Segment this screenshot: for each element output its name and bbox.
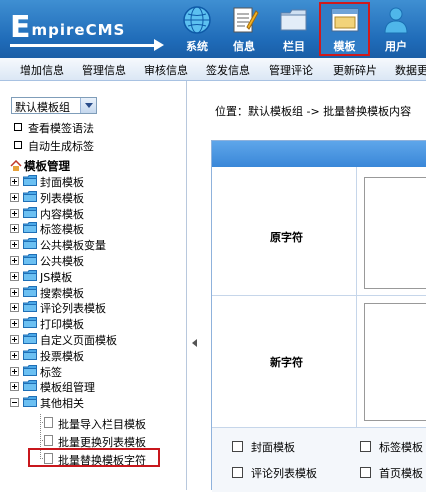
folder-icon	[23, 349, 37, 360]
column-divider	[356, 167, 357, 427]
folder-icon	[23, 396, 37, 407]
folder-icon	[23, 238, 37, 249]
folder-icon	[23, 175, 37, 186]
panel-splitter[interactable]	[186, 81, 205, 490]
document-icon	[233, 7, 259, 33]
nav-column-button[interactable]: 栏目	[272, 2, 316, 56]
breadcrumb: 位置：默认模板组 -> 批量替换模板内容	[215, 105, 412, 118]
submenu-bar: 增加信息 管理信息 审核信息 签发信息 管理评论 更新碎片 数据更	[0, 58, 426, 81]
expand-icon[interactable]	[10, 303, 19, 312]
template-type-options: 封面模板 标签模板 评论列表模板 首页模板	[212, 427, 426, 492]
checkbox-tag-template[interactable]: 标签模板	[360, 439, 423, 455]
square-bullet-icon	[14, 141, 22, 149]
template-manage-root[interactable]: 模板管理	[10, 158, 70, 174]
folder-icon	[23, 301, 37, 312]
user-icon	[384, 7, 408, 34]
submenu-update-fragment[interactable]: 更新碎片	[333, 62, 377, 78]
document-icon	[44, 417, 53, 428]
expand-icon[interactable]	[10, 209, 19, 218]
chevron-down-icon[interactable]	[80, 98, 96, 113]
square-bullet-icon	[14, 123, 22, 131]
submenu-add-info[interactable]: 增加信息	[20, 62, 64, 78]
checkbox-icon[interactable]	[360, 441, 371, 452]
expand-icon[interactable]	[10, 240, 19, 249]
expand-icon[interactable]	[10, 272, 19, 281]
empirecms-logo: EmpireCMS	[6, 6, 164, 51]
expand-icon[interactable]	[10, 177, 19, 186]
folder-icon	[23, 270, 37, 281]
new-char-textarea[interactable]	[364, 303, 426, 421]
checkbox-icon[interactable]	[232, 441, 243, 452]
submenu-sign-info[interactable]: 签发信息	[206, 62, 250, 78]
logo-initial: E	[10, 10, 32, 45]
expand-icon[interactable]	[10, 319, 19, 328]
expand-icon[interactable]	[10, 367, 19, 376]
submenu-manage-comment[interactable]: 管理评论	[269, 62, 313, 78]
nav-label: 信息	[233, 40, 255, 53]
view-tag-syntax-link[interactable]: 查看模签语法	[14, 120, 94, 136]
folder-icon	[23, 222, 37, 233]
globe-icon	[183, 6, 211, 34]
collapse-left-arrow-icon[interactable]	[192, 339, 197, 347]
folder-icon	[23, 317, 37, 328]
folder-icon	[23, 286, 37, 297]
window-icon	[331, 8, 359, 32]
home-icon	[10, 160, 22, 171]
form-title-bar	[212, 141, 426, 167]
auto-generate-tag-link[interactable]: 自动生成标签	[14, 138, 94, 154]
logo-arrow	[154, 39, 164, 51]
checkbox-icon[interactable]	[360, 467, 371, 478]
folder-icon	[23, 333, 37, 344]
collapse-icon[interactable]	[10, 398, 19, 407]
folder-icon	[280, 9, 307, 31]
submenu-review-info[interactable]: 审核信息	[144, 62, 188, 78]
logo-rest: mpireCMS	[31, 21, 126, 39]
template-group-select[interactable]: 默认模板组	[11, 97, 97, 114]
replace-form-panel: 原字符 新字符 封面模板 标签模板 评论列表模板 首页模板	[211, 140, 426, 492]
folder-icon	[23, 254, 37, 265]
expand-icon[interactable]	[10, 335, 19, 344]
checkbox-home-template[interactable]: 首页模板	[360, 465, 423, 481]
expand-icon[interactable]	[10, 288, 19, 297]
nav-template-button[interactable]: 模板	[319, 2, 370, 56]
document-icon	[44, 435, 53, 446]
new-char-label: 新字符	[270, 356, 303, 369]
expand-icon[interactable]	[10, 351, 19, 360]
expand-icon[interactable]	[10, 382, 19, 391]
expand-icon[interactable]	[10, 256, 19, 265]
nav-label: 系统	[186, 40, 208, 53]
top-header: EmpireCMS 系统 信息 栏目 模板 用户	[0, 0, 426, 58]
logo-underline	[10, 44, 160, 47]
checkbox-comment-list-template[interactable]: 评论列表模板	[232, 465, 317, 481]
nav-info-button[interactable]: 信息	[222, 2, 266, 56]
folder-icon	[23, 191, 37, 202]
checkbox-icon[interactable]	[232, 467, 243, 478]
expand-icon[interactable]	[10, 193, 19, 202]
folder-icon	[23, 365, 37, 376]
selected-item-highlight	[28, 448, 160, 467]
row-divider	[212, 295, 426, 296]
expand-icon[interactable]	[10, 224, 19, 233]
submenu-data-update[interactable]: 数据更	[395, 62, 426, 78]
nav-user-button[interactable]: 用户	[374, 2, 418, 56]
nav-label: 栏目	[283, 40, 305, 53]
submenu-manage-info[interactable]: 管理信息	[82, 62, 126, 78]
folder-icon	[23, 380, 37, 391]
nav-system-button[interactable]: 系统	[175, 2, 219, 56]
folder-icon	[23, 207, 37, 218]
checkbox-cover-template[interactable]: 封面模板	[232, 439, 295, 455]
old-char-textarea[interactable]	[364, 177, 426, 289]
nav-label: 用户	[385, 40, 407, 53]
old-char-label: 原字符	[270, 231, 303, 244]
nav-label: 模板	[333, 40, 356, 53]
